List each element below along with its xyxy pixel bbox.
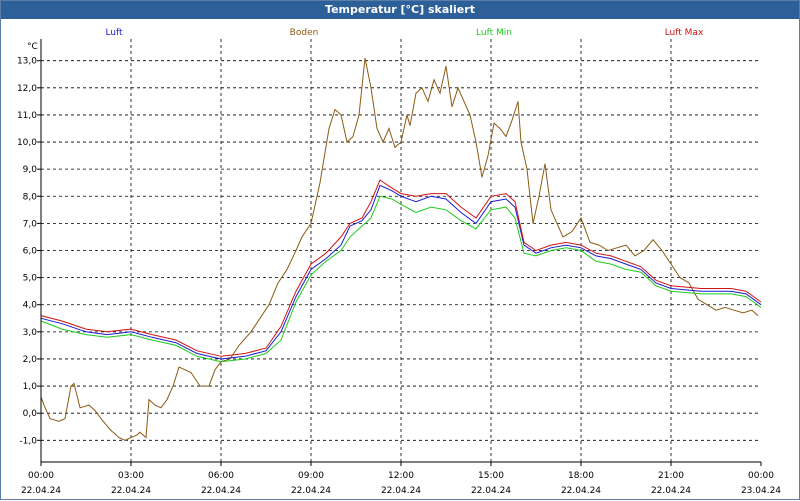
x-tick-date-label: 22.04.24 [381, 486, 421, 496]
legend-entry-boden: Boden [290, 28, 319, 38]
x-tick-date-label: 22.04.24 [291, 486, 331, 496]
x-tick-time-label: 06:00 [208, 471, 234, 481]
y-tick-label: 11,0 [17, 111, 37, 121]
x-tick-date-label: 23.04.24 [741, 486, 781, 496]
x-tick-time-label: 00:00 [748, 471, 774, 481]
x-tick-time-label: 12:00 [388, 471, 414, 481]
y-tick-label: 2,0 [23, 355, 38, 365]
y-tick-label: 5,0 [23, 274, 38, 284]
y-tick-label: 12,0 [17, 84, 37, 94]
y-tick-label: 3,0 [23, 328, 38, 338]
x-tick-date-label: 22.04.24 [471, 486, 511, 496]
y-tick-label: 7,0 [23, 219, 38, 229]
y-tick-label: 13,0 [17, 57, 37, 67]
y-tick-label: 1,0 [23, 382, 38, 392]
y-tick-label: 8,0 [23, 192, 38, 202]
y-tick-label: 10,0 [17, 138, 37, 148]
y-axis-unit-label: °C [27, 42, 38, 52]
x-tick-time-label: 18:00 [568, 471, 594, 481]
x-tick-time-label: 03:00 [118, 471, 144, 481]
x-tick-date-label: 22.04.24 [21, 486, 61, 496]
x-tick-time-label: 21:00 [658, 471, 684, 481]
y-tick-label: 0,0 [23, 409, 38, 419]
y-tick-label: 6,0 [23, 247, 38, 257]
x-tick-time-label: 15:00 [478, 471, 504, 481]
legend-entry-luft: Luft [105, 28, 123, 38]
x-tick-time-label: 09:00 [298, 471, 324, 481]
legend-entry-luft-max: Luft Max [665, 28, 704, 38]
x-tick-date-label: 22.04.24 [201, 486, 241, 496]
chart-window: Temperatur [°C] skaliert -1,0 0,0 1,0 2,0 3,… [0, 0, 800, 500]
x-tick-time-label: 00:00 [28, 471, 54, 481]
y-tick-label: 4,0 [23, 301, 38, 311]
x-tick-date-label: 22.04.24 [561, 486, 601, 496]
legend-entry-luft-min: Luft Min [476, 28, 512, 38]
x-tick-date-label: 22.04.24 [651, 486, 691, 496]
temperature-chart: -1,0 0,0 1,0 2,0 3,0 4,0 5,0 6,0 7,0 8,0 9,0 10,0 11… [17, 28, 781, 496]
y-tick-label: 9,0 [23, 165, 38, 175]
x-tick-date-label: 22.04.24 [111, 486, 151, 496]
y-tick-label: -1,0 [19, 436, 37, 446]
